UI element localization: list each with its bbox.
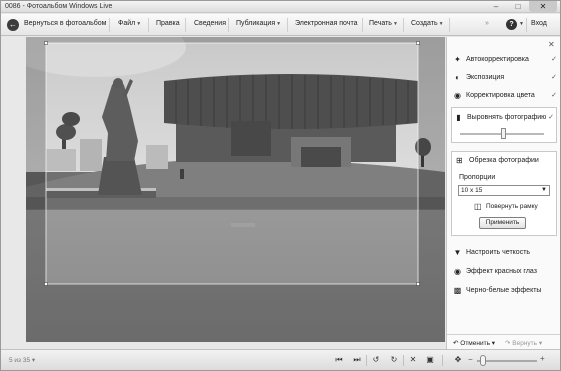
maximize-icon[interactable]: □	[507, 1, 529, 12]
menu-separator	[449, 18, 450, 32]
straighten-icon: ▮	[456, 112, 461, 122]
crop-header[interactable]: ⊞ Обрезка фотографии	[456, 156, 539, 165]
photo-image	[26, 37, 445, 342]
proportion-select[interactable]: 10 x 15 ▼	[458, 185, 550, 196]
tool-exposure[interactable]: ◐ Экспозиция ✓	[453, 70, 557, 84]
panel-close-icon[interactable]: ✕	[548, 40, 555, 49]
menu-separator	[403, 18, 404, 32]
more-chevron-icon[interactable]: »	[485, 20, 489, 27]
status-separator	[403, 355, 404, 366]
tool-sharpen[interactable]: ▼ Настроить четкость	[453, 245, 557, 259]
minimize-icon[interactable]: –	[485, 1, 507, 12]
rotate-frame-icon: ◫	[474, 202, 482, 211]
menu-separator	[362, 18, 363, 32]
red-eye-icon: ◉	[454, 266, 461, 276]
next-photo-icon[interactable]: ⏭	[351, 354, 363, 366]
menu-email[interactable]: Электронная почта	[295, 20, 357, 27]
zoom-out-icon[interactable]: −	[468, 355, 473, 364]
zoom-in-icon[interactable]: +	[540, 354, 545, 363]
crop-icon: ⊞	[456, 156, 463, 165]
slideshow-icon[interactable]: ▣	[424, 354, 436, 366]
rotate-right-icon[interactable]: ↻	[388, 354, 400, 366]
exposure-icon: ◐	[455, 72, 460, 82]
menu-separator	[185, 18, 186, 32]
tool-straighten[interactable]: ▮ Выровнять фотографию ✓	[454, 110, 554, 124]
rotunda-building	[164, 74, 418, 167]
rotate-left-icon[interactable]: ↺	[370, 354, 382, 366]
undo-redo-bar: ↶ Отменить ▾ ↷ Вернуть ▾	[447, 334, 560, 349]
menu-create[interactable]: Создать▼	[411, 20, 444, 27]
chevron-down-icon: ▼	[541, 187, 547, 193]
redo-button[interactable]: ↷ Вернуть ▾	[505, 339, 542, 347]
menu-separator	[228, 18, 229, 32]
straighten-section: ▮ Выровнять фотографию ✓	[451, 107, 557, 143]
help-dropdown-icon[interactable]: ▼	[519, 21, 524, 27]
help-icon[interactable]: ?	[506, 19, 517, 30]
menu-separator	[526, 18, 527, 32]
menu-separator	[287, 18, 288, 32]
tool-auto-adjust[interactable]: ✦ Автокорректировка ✓	[453, 52, 557, 66]
photo-gallery-window: 0086 - Фотоальбом Windows Live – □ ✕ ← В…	[0, 0, 561, 371]
applied-check-icon: ✓	[551, 56, 557, 63]
apply-crop-button[interactable]: Применить	[479, 217, 526, 229]
menu-bar: ← Вернуться в фотоальбом Файл▼ Правка Св…	[1, 14, 560, 36]
color-icon: ◉	[454, 90, 461, 100]
tool-bw-effects[interactable]: ▩ Черно-белые эффекты	[453, 283, 557, 297]
edit-panel: ✕ ✦ Автокорректировка ✓ ◐ Экспозиция ✓ ◉…	[446, 37, 560, 349]
close-icon[interactable]: ✕	[529, 1, 557, 12]
crop-section: ⊞ Обрезка фотографии Пропорции 10 x 15 ▼…	[451, 151, 557, 236]
straighten-slider-thumb[interactable]	[501, 128, 507, 139]
title-bar: 0086 - Фотоальбом Windows Live – □ ✕	[1, 1, 560, 13]
menu-print[interactable]: Печать▼	[369, 20, 398, 27]
menu-file[interactable]: Файл▼	[118, 20, 141, 27]
menu-publish[interactable]: Публикация▼	[236, 20, 281, 27]
photo-counter: 5 из 35 ▾	[9, 357, 36, 364]
back-to-gallery-link[interactable]: Вернуться в фотоальбом	[24, 20, 106, 27]
menu-info[interactable]: Сведения	[194, 20, 226, 27]
undo-button[interactable]: ↶ Отменить ▾	[453, 339, 495, 347]
back-arrow-icon[interactable]: ←	[7, 19, 19, 31]
bw-effects-icon: ▩	[453, 285, 462, 295]
applied-check-icon: ✓	[551, 74, 557, 81]
status-separator	[442, 355, 443, 366]
delete-icon[interactable]: ✕	[407, 354, 419, 366]
first-photo-icon[interactable]: ⏮	[333, 354, 345, 366]
applied-check-icon: ✓	[548, 114, 554, 121]
proportion-label: Пропорции	[459, 174, 496, 181]
rotate-frame-button[interactable]: ◫ Повернуть рамку	[474, 202, 538, 211]
sharpen-icon: ▼	[453, 247, 462, 257]
applied-check-icon: ✓	[551, 92, 557, 99]
sign-in-link[interactable]: Вход	[531, 20, 547, 27]
zoom-slider-track[interactable]	[477, 360, 537, 362]
status-separator	[366, 355, 367, 366]
actual-size-icon[interactable]: ✥	[452, 354, 464, 366]
tool-color[interactable]: ◉ Корректировка цвета ✓	[453, 88, 557, 102]
menu-edit[interactable]: Правка	[156, 20, 180, 27]
photo-viewer	[26, 37, 445, 342]
menu-separator	[109, 18, 110, 32]
zoom-slider-thumb[interactable]	[480, 355, 486, 366]
status-bar: 5 из 35 ▾ ⏮ ⏭ ↺ ↻ ✕ ▣ ✥ − +	[1, 349, 560, 370]
tool-red-eye[interactable]: ◉ Эффект красных глаз	[453, 264, 557, 278]
magic-wand-icon: ✦	[454, 54, 461, 64]
menu-separator	[148, 18, 149, 32]
window-title: 0086 - Фотоальбом Windows Live	[5, 3, 113, 10]
